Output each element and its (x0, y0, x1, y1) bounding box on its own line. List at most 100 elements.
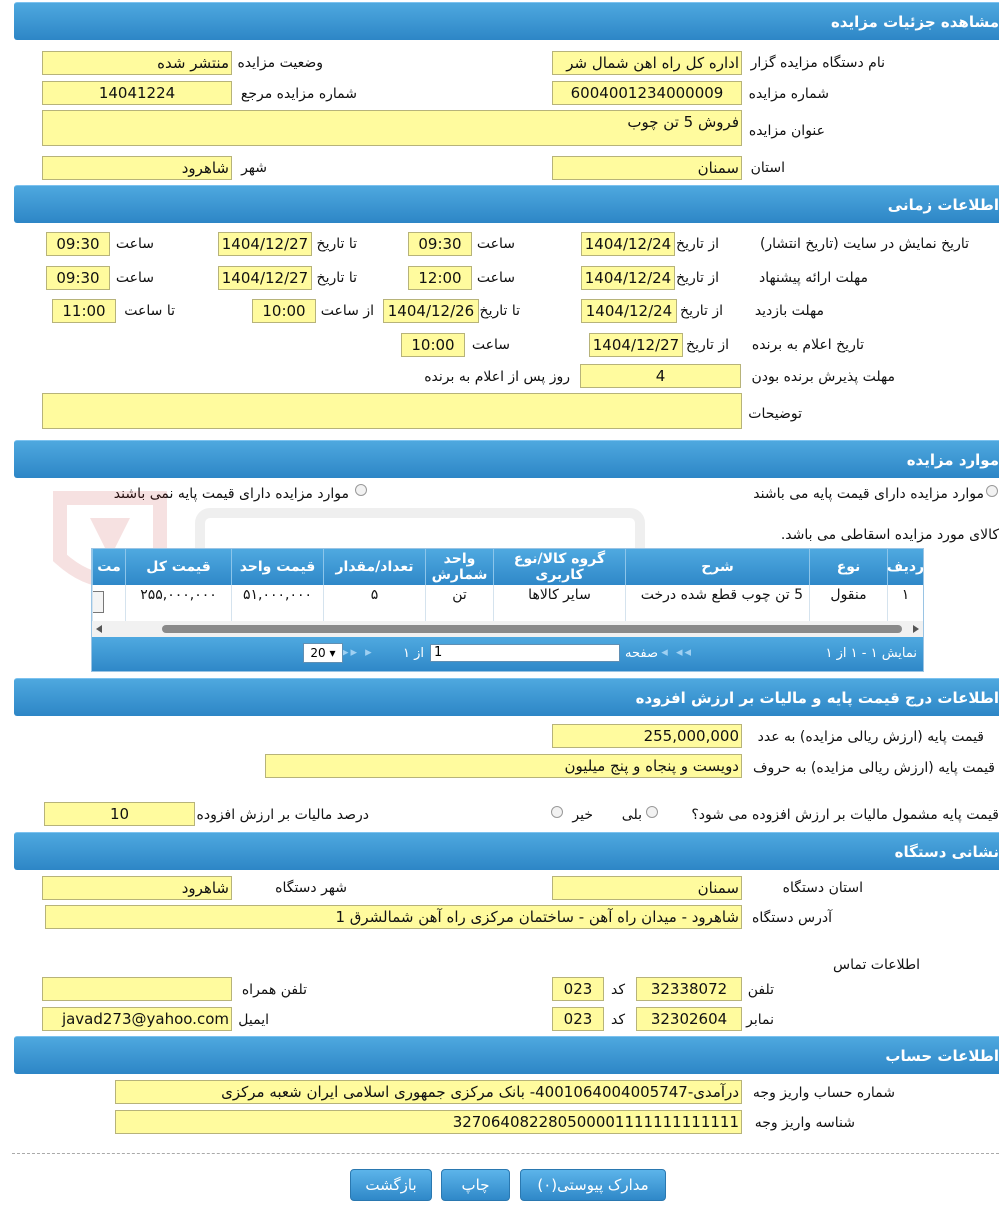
number-label: شماره مزایده (748, 86, 829, 102)
price-number-label: قیمت پایه (ارزش ریالی مزایده) به عدد (757, 729, 984, 745)
fax-code-label: کد (610, 1012, 625, 1028)
account-number-field[interactable]: درآمدی-4001064004005747- بانک مرکزی جمهو… (115, 1080, 742, 1104)
visit-from-field[interactable]: 1404/12/24 (581, 299, 677, 323)
fax-code-field[interactable]: 023 (552, 1007, 604, 1031)
cell-unit-price: ۵۱,۰۰۰,۰۰۰ (231, 585, 323, 621)
scroll-right-icon[interactable] (913, 625, 919, 633)
col-header-unit: واحد شمارش (425, 549, 493, 585)
hour-label: ساعت (115, 270, 154, 286)
vat-no-radio[interactable] (551, 806, 563, 818)
pager-page-input[interactable]: 1 (430, 644, 620, 662)
phone-field[interactable]: 32338072 (636, 977, 742, 1001)
status-field[interactable]: منتشر شده (42, 51, 232, 75)
ref-number-field[interactable]: 14041224 (42, 81, 232, 105)
from-date-label: از تاریخ (676, 236, 719, 252)
section-title: اطلاعات درج قیمت پایه و مالیات بر ارزش ا… (635, 689, 999, 707)
with-base-price-label: موارد مزایده دارای قیمت پایه می باشند (753, 486, 984, 502)
contact-info-label: اطلاعات تماس (833, 957, 920, 973)
cell-more (92, 585, 125, 621)
mobile-field[interactable] (42, 977, 232, 1001)
account-number-label: شماره حساب واریز وجه (752, 1085, 895, 1101)
city-field[interactable]: شاهرود (42, 156, 232, 180)
section-header-items: موارد مزایده (14, 440, 999, 478)
print-button[interactable]: چاپ (441, 1169, 510, 1201)
offer-to-field[interactable]: 1404/12/27 (218, 266, 312, 290)
accept-days-field[interactable]: 4 (580, 364, 741, 388)
display-from-field[interactable]: 1404/12/24 (581, 232, 675, 256)
ref-number-label: شماره مزایده مرجع (240, 86, 357, 102)
vat-yes-radio[interactable] (646, 806, 658, 818)
scroll-thumb[interactable] (162, 625, 902, 633)
mobile-label: تلفن همراه (241, 982, 307, 998)
price-number-field[interactable]: 255,000,000 (552, 724, 742, 748)
offer-from-field[interactable]: 1404/12/24 (581, 266, 675, 290)
pager-of-text: از ۱ (403, 646, 425, 661)
title-label: عنوان مزایده (748, 123, 825, 139)
org-province-label: استان دستگاه (782, 880, 863, 896)
pager-size-select[interactable]: 20 ▾ (303, 643, 343, 663)
cell-type: منقول (809, 585, 887, 621)
horizontal-scrollbar[interactable] (92, 621, 923, 637)
pager-next-last-icons[interactable]: ▸ ▸▸ (342, 645, 374, 660)
org-field[interactable]: اداره کل راه اهن شمال شر (552, 51, 742, 75)
org-label: نام دستگاه مزایده گزار (750, 55, 885, 71)
phone-code-field[interactable]: 023 (552, 977, 604, 1001)
email-field[interactable]: javad273@yahoo.com (42, 1007, 232, 1031)
col-header-total-price: قیمت کل (125, 549, 231, 585)
grid-pager: نمایش ۱ - ۱ از ۱ ◂◂ ◂ صفحه 1 از ۱ ▸ ▸▸ 2… (92, 637, 923, 671)
province-field[interactable]: سمنان (552, 156, 742, 180)
vat-percent-label: درصد مالیات بر ارزش افزوده (196, 807, 370, 823)
pager-first-prev-icons[interactable]: ◂◂ ◂ (661, 645, 693, 660)
cell-unit: تن (425, 585, 493, 621)
detail-button[interactable] (93, 591, 104, 613)
section-header-address: نشانی دستگاه (14, 832, 999, 870)
section-header-account: اطلاعات حساب (14, 1036, 999, 1074)
vat-percent-field[interactable]: 10 (44, 802, 195, 826)
org-province-field[interactable]: سمنان (552, 876, 742, 900)
section-title: اطلاعات زمانی (887, 196, 999, 214)
status-label: وضعیت مزایده (237, 55, 323, 71)
winner-time-field[interactable]: 10:00 (401, 333, 465, 357)
offer-to-time-field[interactable]: 09:30 (46, 266, 110, 290)
to-hour-label: تا ساعت (124, 303, 175, 319)
visit-to-field[interactable]: 1404/12/26 (383, 299, 479, 323)
attachments-button[interactable]: مدارک پیوستی(۰) (520, 1169, 666, 1201)
pager-size-value: 20 (310, 646, 326, 660)
cell-group: سایر کالاها (493, 585, 625, 621)
vat-yes-label: بلی (621, 807, 642, 823)
accept-deadline-label: مهلت پذیرش برنده بودن (751, 369, 896, 385)
accept-days-suffix: روز پس از اعلام به برنده (424, 369, 570, 385)
fax-field[interactable]: 32302604 (636, 1007, 742, 1031)
display-to-field[interactable]: 1404/12/27 (218, 232, 312, 256)
back-button[interactable]: بازگشت (350, 1169, 432, 1201)
cell-total-price: ۲۵۵,۰۰۰,۰۰۰ (125, 585, 231, 621)
org-city-field[interactable]: شاهرود (42, 876, 232, 900)
org-address-field[interactable]: شاهرود - میدان راه آهن - ساختمان مرکزی ر… (45, 905, 742, 929)
display-from-time-field[interactable]: 09:30 (408, 232, 472, 256)
pager-display-text: نمایش ۱ - ۱ از ۱ (825, 646, 918, 661)
to-date-label: تا تاریخ (479, 303, 520, 319)
display-to-time-field[interactable]: 09:30 (46, 232, 110, 256)
price-words-field[interactable]: دویست و پنجاه و پنج میلیون (265, 754, 742, 778)
winner-date-field[interactable]: 1404/12/27 (589, 333, 683, 357)
without-base-price-radio[interactable] (355, 484, 367, 496)
vat-no-label: خیر (572, 807, 593, 823)
from-date-label: از تاریخ (686, 337, 729, 353)
offer-from-time-field[interactable]: 12:00 (408, 266, 472, 290)
visit-to-time-field[interactable]: 11:00 (52, 299, 116, 323)
col-header-row: ردیف (887, 549, 924, 585)
org-address-label: آدرس دستگاه (752, 910, 832, 926)
description-field[interactable] (42, 393, 742, 429)
title-field[interactable]: فروش 5 تن چوب (42, 110, 742, 146)
scroll-left-icon[interactable] (96, 625, 102, 633)
visit-from-time-field[interactable]: 10:00 (252, 299, 316, 323)
section-header-time: اطلاعات زمانی (14, 185, 999, 223)
number-field[interactable]: 6004001234000009 (552, 81, 742, 105)
scrap-note: کالای مورد مزایده اسقاطی می باشد. (780, 527, 999, 543)
phone-label: تلفن (747, 982, 774, 998)
with-base-price-radio[interactable] (986, 485, 998, 497)
payment-id-field[interactable]: 327064082280500001111111111111 (115, 1110, 742, 1134)
from-hour-label: از ساعت (320, 303, 374, 319)
without-base-price-label: موارد مزایده دارای قیمت پایه نمی باشند (113, 486, 349, 502)
city-label: شهر (241, 160, 267, 176)
